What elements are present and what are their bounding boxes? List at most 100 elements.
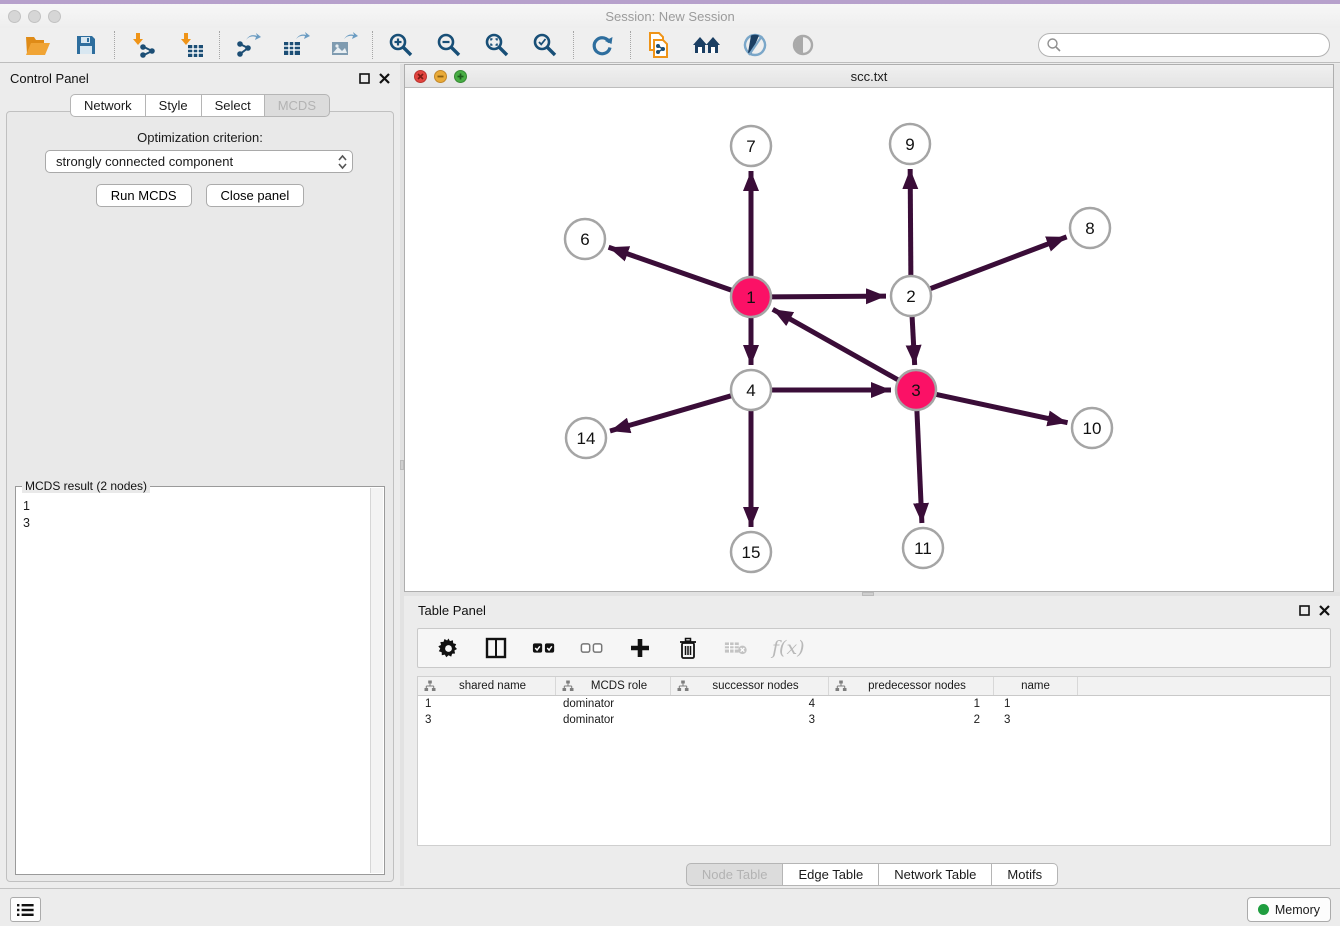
tab-motifs[interactable]: Motifs [992,863,1058,886]
copy-network-icon[interactable] [644,30,674,60]
cell-predecessor-nodes: 1 [829,698,994,710]
float-table-panel-icon[interactable] [1299,605,1310,616]
export-network-icon[interactable] [233,30,263,60]
memory-status-icon [1258,904,1269,915]
save-session-icon[interactable] [71,30,101,60]
delete-column-icon[interactable] [676,636,700,660]
graph-node-label-11: 11 [914,539,932,558]
search-field[interactable] [1038,33,1330,57]
tab-mcds[interactable]: MCDS [265,94,330,117]
network-window-titlebar[interactable]: scc.txt [405,65,1333,88]
graph-node-label-3: 3 [911,381,920,400]
zoom-selected-icon[interactable] [530,30,560,60]
run-mcds-button[interactable]: Run MCDS [96,184,192,207]
graph-edge-3-11[interactable] [917,409,922,523]
column-header-predecessor-nodes[interactable]: predecessor nodes [829,677,994,695]
table-panel-title: Table Panel [418,603,1299,618]
graph-edge-1-6[interactable] [609,247,733,290]
task-history-button[interactable] [10,897,41,922]
graph-edge-1-2[interactable] [770,296,886,297]
graph-node-label-4: 4 [746,381,755,400]
tab-node-table[interactable]: Node Table [686,863,784,886]
column-header-mcds-role[interactable]: MCDS role [556,677,671,695]
zoom-out-icon[interactable] [434,30,464,60]
zoom-fit-icon[interactable] [482,30,512,60]
toggle-style-icon[interactable] [740,30,770,60]
home-icon[interactable] [692,30,722,60]
graph-node-label-9: 9 [905,135,914,154]
column-header-successor-nodes[interactable]: successor nodes [671,677,829,695]
hide-all-columns-icon[interactable] [580,636,604,660]
search-icon [1046,37,1062,53]
result-scrollbar[interactable] [370,488,383,873]
close-table-panel-icon[interactable] [1319,605,1330,616]
cell-successor-nodes: 4 [671,698,829,710]
memory-label: Memory [1275,903,1320,917]
mcds-result-box: MCDS result (2 nodes) 1 3 [15,486,385,875]
table-tabs: Node Table Edge Table Network Table Moti… [404,863,1340,886]
column-header-name[interactable]: name [994,677,1078,695]
column-type-icon [677,680,689,692]
graph-node-label-7: 7 [746,137,755,156]
optimization-criterion-label: Optimization criterion: [7,130,393,145]
main-toolbar [0,28,1340,63]
graph-node-label-6: 6 [580,230,589,249]
graph-edge-3-1[interactable] [773,309,900,380]
table-header: shared name MCDS role successor nodes pr… [418,677,1330,696]
cell-predecessor-nodes: 2 [829,714,994,726]
cell-mcds-role: dominator [556,714,671,726]
graph-edge-2-9[interactable] [910,169,911,277]
network-view-window: scc.txt 7968124314101511 [404,64,1334,592]
cell-name: 3 [994,714,1078,726]
table-panel: Table Panel f(x) [404,596,1340,886]
import-table-file-icon[interactable] [176,30,206,60]
list-icon [17,903,34,917]
export-table-icon[interactable] [281,30,311,60]
delete-table-icon[interactable] [724,636,748,660]
tab-style[interactable]: Style [146,94,202,117]
node-table[interactable]: shared name MCDS role successor nodes pr… [417,676,1331,846]
show-all-columns-icon[interactable] [532,636,556,660]
table-row[interactable]: 3 dominator 3 2 3 [418,712,1330,728]
select-stepper-icon [337,154,348,170]
close-panel-button[interactable]: Close panel [206,184,305,207]
tab-edge-table[interactable]: Edge Table [783,863,879,886]
graph-edge-2-8[interactable] [929,237,1067,289]
mcds-result-legend: MCDS result (2 nodes) [22,479,150,493]
mcds-result-text[interactable]: 1 3 [17,495,370,873]
split-columns-icon[interactable] [484,636,508,660]
network-graph[interactable]: 7968124314101511 [405,88,1333,591]
cell-shared-name: 1 [418,698,556,710]
network-window-title: scc.txt [405,69,1333,84]
refresh-icon[interactable] [587,30,617,60]
graph-node-label-14: 14 [577,429,596,448]
graph-edge-2-3[interactable] [912,315,915,365]
memory-button[interactable]: Memory [1247,897,1331,922]
import-network-file-icon[interactable] [128,30,158,60]
open-file-icon[interactable] [23,30,53,60]
graph-edge-4-14[interactable] [610,395,733,431]
graph-node-label-2: 2 [906,287,915,306]
column-header-shared-name[interactable]: shared name [418,677,556,695]
graph-node-label-10: 10 [1083,419,1102,438]
birdseye-view-icon[interactable] [788,30,818,60]
tab-network-table[interactable]: Network Table [879,863,992,886]
tab-network[interactable]: Network [70,94,146,117]
export-image-icon[interactable] [329,30,359,60]
control-panel: Control Panel Network Style Select MCDS … [0,64,400,886]
close-panel-icon[interactable] [379,73,390,84]
cell-successor-nodes: 3 [671,714,829,726]
zoom-in-icon[interactable] [386,30,416,60]
settings-gear-icon[interactable] [436,636,460,660]
table-row[interactable]: 1 dominator 4 1 1 [418,696,1330,712]
float-panel-icon[interactable] [359,73,370,84]
result-line: 3 [23,515,370,532]
apply-function-icon[interactable]: f(x) [772,637,805,659]
tab-select[interactable]: Select [202,94,265,117]
column-type-icon [562,680,574,692]
optimization-criterion-select[interactable]: strongly connected component [45,150,353,173]
mcds-panel: Optimization criterion: strongly connect… [6,111,394,882]
network-canvas[interactable]: 7968124314101511 [405,88,1333,591]
add-column-icon[interactable] [628,636,652,660]
graph-edge-3-10[interactable] [935,394,1068,423]
